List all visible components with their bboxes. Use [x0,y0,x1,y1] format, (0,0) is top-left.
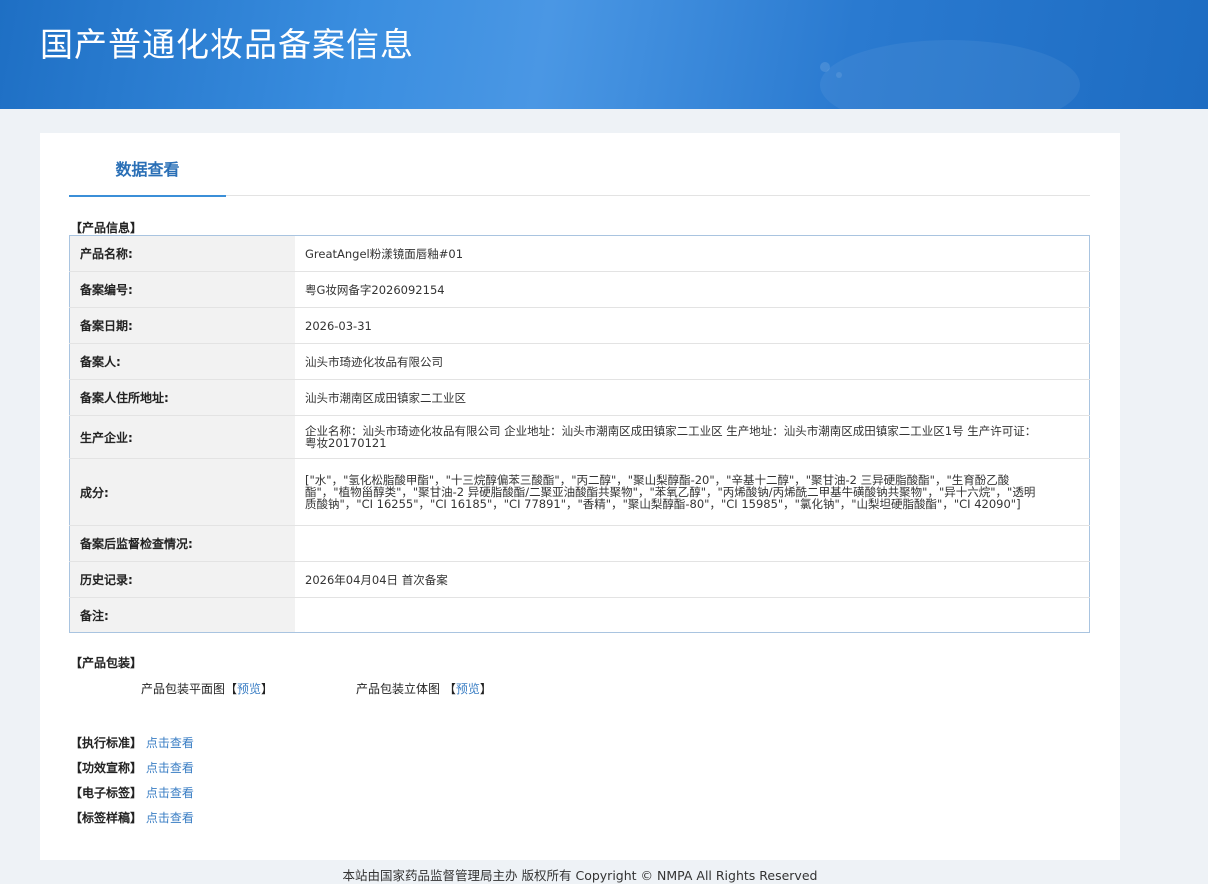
preview-solid-link[interactable]: 预览 [456,682,480,696]
page-banner: 国产普通化妆品备案信息 [0,0,1208,109]
table-row: 备案后监督检查情况: [69,525,1090,562]
row-value [295,598,1090,633]
row-label: 成分: [69,458,295,526]
preview-flat-link[interactable]: 预览 [237,682,261,696]
row-value: 汕头市潮南区成田镇家二工业区 [295,379,1090,416]
bracket: 】 [479,682,492,696]
row-label: 备案人: [69,343,295,380]
table-row: 备注: [69,597,1090,633]
row-label: 备案编号: [69,271,295,308]
table-row: 生产企业: 企业名称：汕头市琦迹化妆品有限公司 企业地址：汕头市潮南区成田镇家二… [69,415,1090,459]
link-row-label-sample: 【标签样稿】 点击查看 [70,809,194,826]
view-efficacy-link[interactable]: 点击查看 [146,761,194,775]
tab-data-view[interactable]: 数据查看 [69,151,226,197]
row-label: 历史记录: [69,561,295,598]
row-label: 备案后监督检查情况: [69,525,295,562]
table-row: 备案人: 汕头市琦迹化妆品有限公司 [69,343,1090,380]
view-standard-link[interactable]: 点击查看 [146,736,194,750]
content-card: 数据查看 【产品信息】 产品名称: GreatAngel粉漾镜面唇釉#01 备案… [40,133,1120,860]
row-value: 2026年04月04日 首次备案 [295,561,1090,598]
view-label-sample-link[interactable]: 点击查看 [146,811,194,825]
row-value: 2026-03-31 [295,307,1090,344]
row-value: ["水"，"氢化松脂酸甲酯"，"十三烷醇偏苯三酸酯"，"丙二醇"，"聚山梨醇酯-… [295,458,1090,526]
page-title: 国产普通化妆品备案信息 [40,25,414,64]
packaging-title: 【产品包装】 [70,656,143,670]
row-value [295,525,1090,562]
table-row: 备案编号: 粤G妆网备字2026092154 [69,271,1090,308]
packaging-flat-item: 产品包装平面图【预览】 [141,680,273,697]
row-label: 备注: [69,597,295,633]
table-row: 成分: ["水"，"氢化松脂酸甲酯"，"十三烷醇偏苯三酸酯"，"丙二醇"，"聚山… [69,458,1090,526]
link-label: 【电子标签】 [70,786,143,800]
product-info-title: 【产品信息】 [70,221,143,235]
table-row: 历史记录: 2026年04月04日 首次备案 [69,561,1090,598]
footer-copyright: 本站由国家药品监督管理局主办 版权所有 Copyright © NMPA All… [342,868,818,883]
row-label: 备案人住所地址: [69,379,295,416]
bracket: 】 [261,682,274,696]
view-e-label-link[interactable]: 点击查看 [146,786,194,800]
packaging-flat-label: 产品包装平面图 [141,682,226,696]
table-row: 产品名称: GreatAngel粉漾镜面唇釉#01 [69,235,1090,272]
row-value: 粤G妆网备字2026092154 [295,271,1090,308]
row-label: 产品名称: [69,235,295,272]
banner-decoration [820,40,1080,109]
table-row: 备案日期: 2026-03-31 [69,307,1090,344]
row-value: GreatAngel粉漾镜面唇釉#01 [295,235,1090,272]
link-row-efficacy: 【功效宣称】 点击查看 [70,759,194,776]
row-value: 企业名称：汕头市琦迹化妆品有限公司 企业地址：汕头市潮南区成田镇家二工业区 生产… [295,415,1090,459]
tab-bar: 数据查看 [69,151,1090,197]
link-label: 【执行标准】 [70,736,143,750]
link-label: 【功效宣称】 [70,761,143,775]
row-label: 备案日期: [69,307,295,344]
link-label: 【标签样稿】 [70,811,143,825]
link-row-standard: 【执行标准】 点击查看 [70,734,194,751]
product-info-table: 产品名称: GreatAngel粉漾镜面唇釉#01 备案编号: 粤G妆网备字20… [69,235,1090,633]
banner-decoration [820,62,830,72]
bracket: 【 [443,682,456,696]
table-row: 备案人住所地址: 汕头市潮南区成田镇家二工业区 [69,379,1090,416]
row-label: 生产企业: [69,415,295,459]
row-value: 汕头市琦迹化妆品有限公司 [295,343,1090,380]
packaging-solid-label: 产品包装立体图 [356,682,441,696]
packaging-solid-item: 产品包装立体图 【预览】 [356,680,492,697]
link-row-e-label: 【电子标签】 点击查看 [70,784,194,801]
bracket: 【 [225,682,238,696]
banner-decoration [836,72,842,78]
